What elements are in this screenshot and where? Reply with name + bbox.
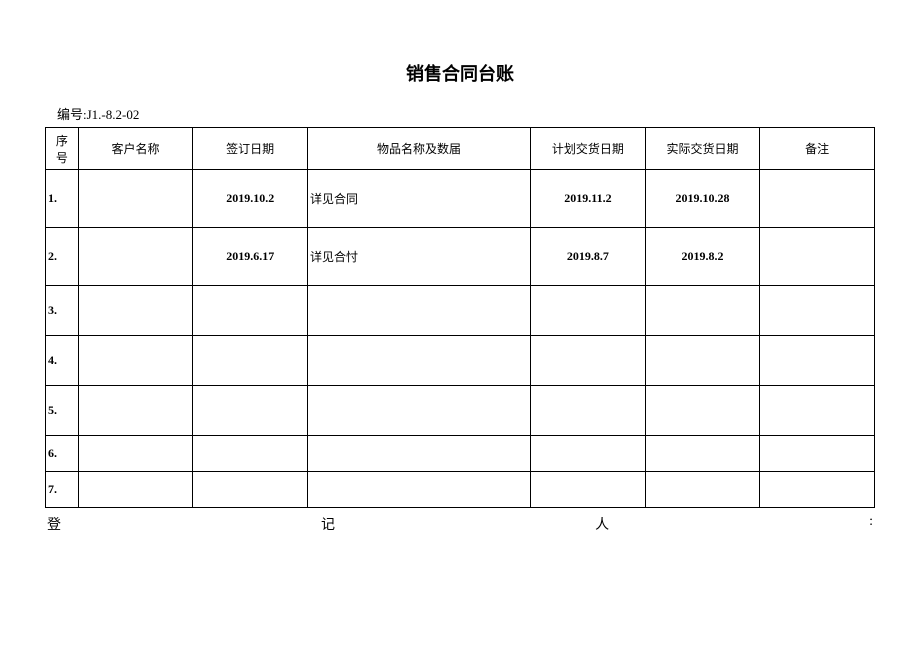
cell-actual-date [645, 286, 760, 336]
header-sign-date: 签订日期 [193, 128, 308, 170]
cell-actual-date [645, 436, 760, 472]
cell-customer [78, 386, 193, 436]
cell-actual-date: 2019.10.28 [645, 170, 760, 228]
cell-item: 详见合同 [308, 170, 531, 228]
cell-seq: 5. [46, 386, 79, 436]
cell-seq: 4. [46, 336, 79, 386]
footer-char-2: 记 [321, 514, 335, 534]
cell-plan-date [531, 472, 646, 508]
cell-actual-date [645, 386, 760, 436]
cell-sign-date: 2019.10.2 [193, 170, 308, 228]
cell-customer [78, 336, 193, 386]
cell-plan-date [531, 386, 646, 436]
table-row: 4. [46, 336, 875, 386]
header-remark: 备注 [760, 128, 875, 170]
table-row: 5. [46, 386, 875, 436]
table-row: 7. [46, 472, 875, 508]
header-plan-date: 计划交货日期 [531, 128, 646, 170]
cell-sign-date [193, 386, 308, 436]
cell-sign-date: 2019.6.17 [193, 228, 308, 286]
cell-item [308, 386, 531, 436]
header-item: 物品名称及数届 [308, 128, 531, 170]
doc-number: 编号:J1.-8.2-02 [45, 104, 875, 123]
cell-item [308, 436, 531, 472]
ledger-table: 序号 客户名称 签订日期 物品名称及数届 计划交货日期 实际交货日期 备注 1.… [45, 127, 875, 508]
cell-seq: 6. [46, 436, 79, 472]
header-customer: 客户名称 [78, 128, 193, 170]
cell-plan-date [531, 336, 646, 386]
cell-remark [760, 472, 875, 508]
cell-actual-date [645, 472, 760, 508]
cell-actual-date: 2019.8.2 [645, 228, 760, 286]
cell-sign-date [193, 336, 308, 386]
cell-remark [760, 336, 875, 386]
cell-item [308, 336, 531, 386]
cell-seq: 2. [46, 228, 79, 286]
cell-item: 详见合忖 [308, 228, 531, 286]
cell-customer [78, 436, 193, 472]
cell-remark [760, 170, 875, 228]
cell-seq: 1. [46, 170, 79, 228]
cell-sign-date [193, 472, 308, 508]
header-seq: 序号 [46, 128, 79, 170]
cell-seq: 3. [46, 286, 79, 336]
cell-remark [760, 436, 875, 472]
table-row: 1. 2019.10.2 详见合同 2019.11.2 2019.10.28 [46, 170, 875, 228]
cell-seq: 7. [46, 472, 79, 508]
table-row: 3. [46, 286, 875, 336]
footer-char-1: 登 [47, 514, 61, 534]
footer-char-3: 人 [595, 514, 609, 534]
cell-actual-date [645, 336, 760, 386]
cell-customer [78, 170, 193, 228]
header-row: 序号 客户名称 签订日期 物品名称及数届 计划交货日期 实际交货日期 备注 [46, 128, 875, 170]
cell-sign-date [193, 286, 308, 336]
header-actual-date: 实际交货日期 [645, 128, 760, 170]
table-row: 6. [46, 436, 875, 472]
cell-remark [760, 386, 875, 436]
cell-plan-date: 2019.8.7 [531, 228, 646, 286]
cell-item [308, 286, 531, 336]
cell-plan-date [531, 436, 646, 472]
footer-registrant: 登 记 人 : [45, 514, 875, 534]
cell-customer [78, 286, 193, 336]
footer-char-4: : [869, 514, 873, 534]
cell-remark [760, 228, 875, 286]
table-row: 2. 2019.6.17 详见合忖 2019.8.7 2019.8.2 [46, 228, 875, 286]
page-title: 销售合同台账 [45, 60, 875, 86]
cell-customer [78, 228, 193, 286]
cell-remark [760, 286, 875, 336]
cell-item [308, 472, 531, 508]
cell-plan-date: 2019.11.2 [531, 170, 646, 228]
cell-customer [78, 472, 193, 508]
cell-plan-date [531, 286, 646, 336]
cell-sign-date [193, 436, 308, 472]
